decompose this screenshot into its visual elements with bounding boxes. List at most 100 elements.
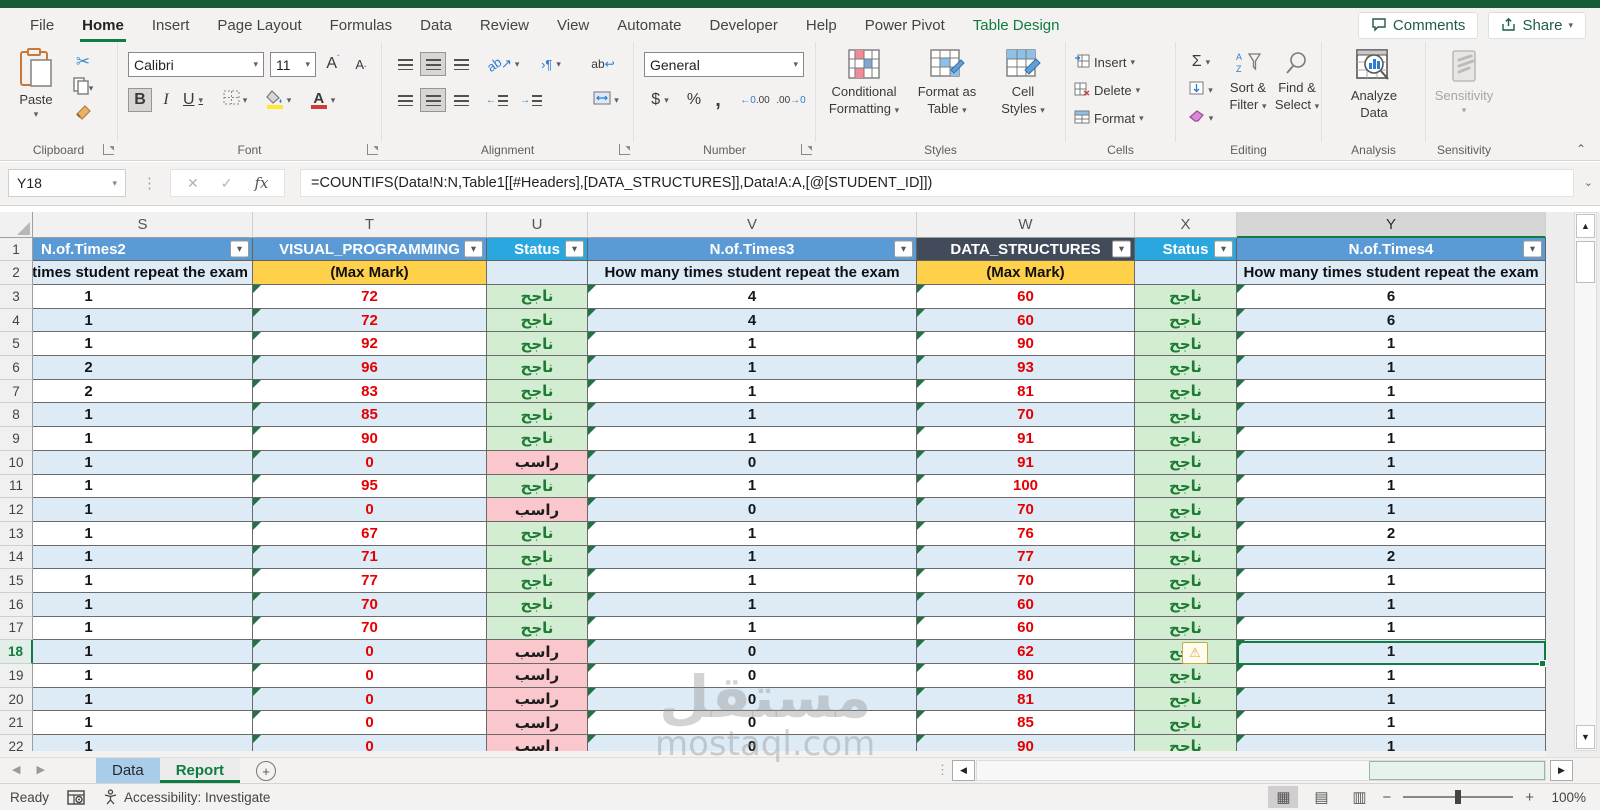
cell-W22[interactable]: 90: [917, 735, 1135, 751]
cell-Y10[interactable]: 1: [1237, 450, 1546, 475]
cell-X11[interactable]: ناجح: [1135, 474, 1237, 499]
hscroll-grip[interactable]: ⋮: [936, 762, 949, 778]
cell-V22[interactable]: 0: [588, 735, 917, 751]
cell-U14[interactable]: ناجح: [487, 545, 588, 570]
cell-Y22[interactable]: 1: [1237, 735, 1546, 751]
cell-Y9[interactable]: 1: [1237, 427, 1546, 451]
cell-T5[interactable]: 92: [253, 332, 487, 357]
table-header-Y[interactable]: N.of.Times4 ▾: [1237, 238, 1546, 261]
cell-V3[interactable]: 4: [588, 285, 917, 309]
cell-U9[interactable]: ناجح: [487, 427, 588, 451]
ribbon-tab-power-pivot[interactable]: Power Pivot: [851, 8, 959, 42]
normal-view-button[interactable]: ▦: [1268, 786, 1299, 808]
cell-U13[interactable]: ناجح: [487, 521, 588, 546]
cell-X22[interactable]: ناجح: [1135, 735, 1237, 751]
copy-button[interactable]: ▾: [70, 76, 96, 100]
formula-input[interactable]: =COUNTIFS(Data!N:N,Table1[[#Headers],[DA…: [300, 169, 1574, 197]
cell-U8[interactable]: ناجح: [487, 403, 588, 428]
cell-Y14[interactable]: 2: [1237, 545, 1546, 570]
row-header-22[interactable]: 22: [0, 735, 33, 751]
cell-W3[interactable]: 60: [917, 285, 1135, 309]
cell-X7[interactable]: ناجح: [1135, 379, 1237, 404]
cell-S4[interactable]: 1: [33, 308, 253, 333]
cell-X3[interactable]: ناجح: [1135, 285, 1237, 309]
sheet-tab-report[interactable]: Report: [159, 758, 241, 783]
filter-button-W[interactable]: ▾: [1112, 240, 1131, 258]
cell-V17[interactable]: 1: [588, 616, 917, 641]
cell-X10[interactable]: ناجح: [1135, 450, 1237, 475]
cell-W18[interactable]: 62: [917, 640, 1135, 664]
cell-W20[interactable]: 81: [917, 687, 1135, 712]
cell-T14[interactable]: 71: [253, 545, 487, 570]
formula-bar-grip[interactable]: ⋮: [142, 174, 157, 192]
cell-S13[interactable]: 1: [33, 521, 253, 546]
cell-X20[interactable]: ناجح: [1135, 687, 1237, 712]
cell-X17[interactable]: ناجح: [1135, 616, 1237, 641]
cell-T4[interactable]: 72: [253, 308, 487, 333]
cell-Y5[interactable]: 1: [1237, 332, 1546, 357]
column-header-U[interactable]: U: [487, 212, 588, 238]
hscroll-right-arrow[interactable]: ▶: [1550, 760, 1573, 781]
cell-T3[interactable]: 72: [253, 285, 487, 309]
cell-W21[interactable]: 85: [917, 711, 1135, 736]
column-header-V[interactable]: V: [588, 212, 917, 238]
filter-button-V[interactable]: ▾: [894, 240, 913, 258]
error-checking-warning-icon[interactable]: ⚠: [1182, 641, 1208, 664]
subheader-U[interactable]: [487, 261, 588, 285]
row-header-16[interactable]: 16: [0, 592, 33, 617]
cell-U21[interactable]: راسب: [487, 711, 588, 736]
row-header-9[interactable]: 9: [0, 427, 33, 451]
cell-X13[interactable]: ناجح: [1135, 521, 1237, 546]
row-header-6[interactable]: 6: [0, 356, 33, 380]
ribbon-tab-table-design[interactable]: Table Design: [959, 8, 1074, 42]
cell-Y7[interactable]: 1: [1237, 379, 1546, 404]
cell-V13[interactable]: 1: [588, 521, 917, 546]
scroll-up-arrow[interactable]: ▲: [1576, 214, 1595, 238]
decrease-indent-button[interactable]: ←: [482, 88, 512, 112]
cell-W16[interactable]: 60: [917, 592, 1135, 617]
cell-S12[interactable]: 1: [33, 498, 253, 522]
align-middle-button[interactable]: [420, 52, 446, 76]
cell-V5[interactable]: 1: [588, 332, 917, 357]
paste-button[interactable]: Paste ▾: [10, 48, 62, 120]
vertical-scroll-thumb[interactable]: [1576, 241, 1595, 283]
cell-U4[interactable]: ناجح: [487, 308, 588, 333]
cell-U16[interactable]: ناجح: [487, 592, 588, 617]
bold-button[interactable]: B: [128, 88, 152, 112]
cell-W13[interactable]: 76: [917, 521, 1135, 546]
cell-T8[interactable]: 85: [253, 403, 487, 428]
row-header-5[interactable]: 5: [0, 332, 33, 357]
row-header-19[interactable]: 19: [0, 664, 33, 688]
row-header-18[interactable]: 18: [0, 640, 33, 664]
macro-record-icon[interactable]: [67, 789, 85, 805]
cell-W6[interactable]: 93: [917, 356, 1135, 380]
page-break-view-button[interactable]: ▥: [1344, 786, 1374, 808]
new-sheet-button[interactable]: +: [256, 761, 276, 781]
cell-U17[interactable]: ناجح: [487, 616, 588, 641]
cell-S20[interactable]: 1: [33, 687, 253, 712]
row-header-12[interactable]: 12: [0, 498, 33, 522]
cell-S16[interactable]: 1: [33, 592, 253, 617]
table-header-X[interactable]: Status ▾: [1135, 238, 1237, 261]
cell-U12[interactable]: راسب: [487, 498, 588, 522]
cell-U11[interactable]: ناجح: [487, 474, 588, 499]
clipboard-dialog-launcher[interactable]: [103, 144, 114, 155]
percent-style-button[interactable]: %: [682, 88, 706, 112]
row-header-21[interactable]: 21: [0, 711, 33, 736]
cell-T7[interactable]: 83: [253, 379, 487, 404]
cell-W5[interactable]: 90: [917, 332, 1135, 357]
format-painter-button[interactable]: [70, 102, 96, 126]
cell-X5[interactable]: ناجح: [1135, 332, 1237, 357]
column-header-T[interactable]: T: [253, 212, 487, 238]
sort-filter-button[interactable]: AZ Sort & Filter ▾: [1224, 50, 1272, 113]
cell-W10[interactable]: 91: [917, 450, 1135, 475]
fill-color-button[interactable]: ▾: [260, 88, 296, 112]
cell-V19[interactable]: 0: [588, 664, 917, 688]
cell-Y13[interactable]: 2: [1237, 521, 1546, 546]
sheet-tab-data[interactable]: Data: [96, 758, 160, 783]
ribbon-tab-help[interactable]: Help: [792, 8, 851, 42]
clear-button[interactable]: ▾: [1184, 106, 1218, 130]
cell-Y4[interactable]: 6: [1237, 308, 1546, 333]
ribbon-tab-page-layout[interactable]: Page Layout: [203, 8, 315, 42]
cell-X14[interactable]: ناجح: [1135, 545, 1237, 570]
